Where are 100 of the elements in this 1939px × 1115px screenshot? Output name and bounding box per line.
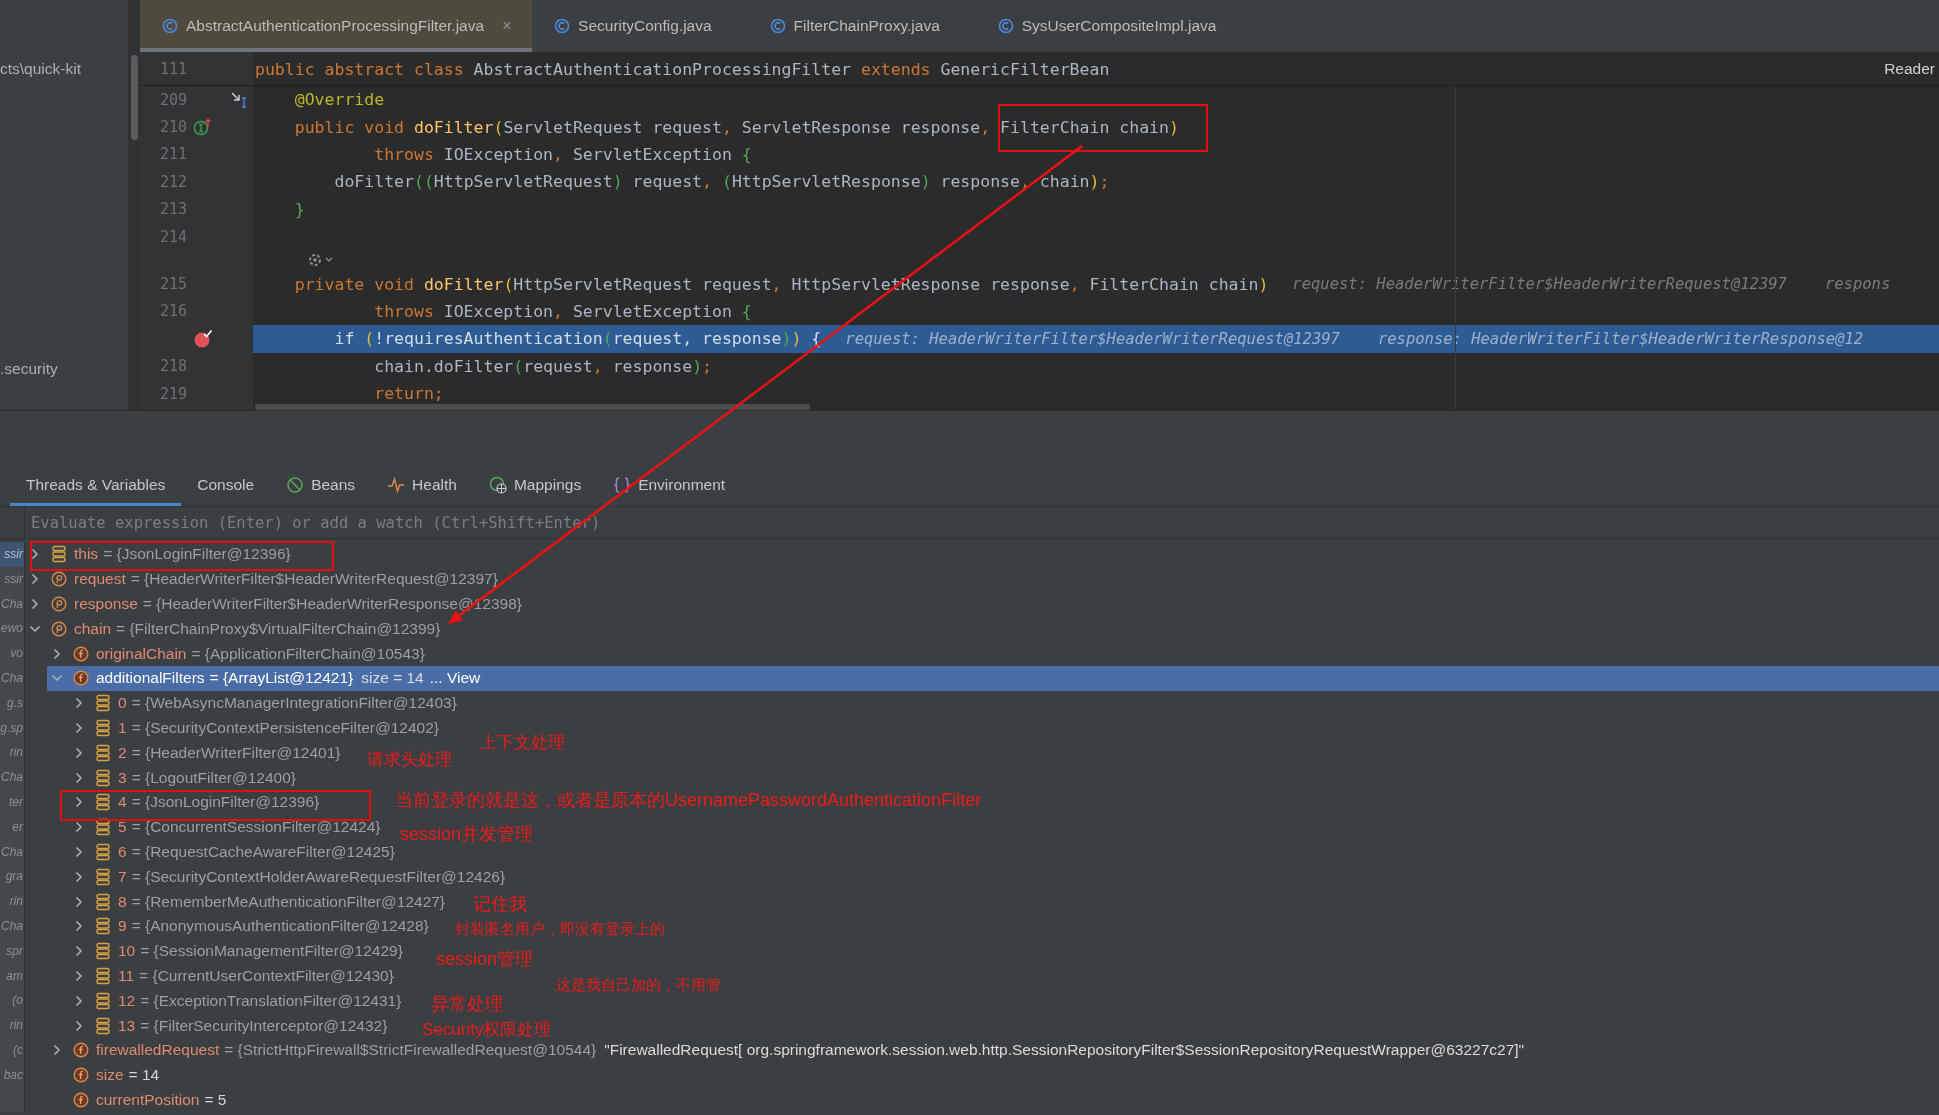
- editor-tab[interactable]: SysUserCompositeImpl.java: [975, 0, 1253, 52]
- variable-row[interactable]: 10 = {SessionManagementFilter@12429}: [69, 938, 403, 964]
- variable-name: 13: [118, 1016, 136, 1035]
- scrollbar-thumb[interactable]: [131, 55, 138, 140]
- variable-value: = {ApplicationFilterChain@10543}: [191, 644, 425, 663]
- field-icon: [73, 1091, 89, 1108]
- variable-row[interactable]: request = {HeaderWriterFilter$HeaderWriterRequest@12397}: [25, 566, 498, 592]
- chevron-right-icon[interactable]: [73, 920, 85, 933]
- variable-row[interactable]: 4 = {JsonLoginFilter@12396}: [69, 789, 320, 815]
- editor-tab[interactable]: FilterChainProxy.java: [747, 0, 976, 52]
- chevron-right-icon[interactable]: [73, 945, 85, 958]
- variable-row[interactable]: 11 = {CurrentUserContextFilter@12430}: [69, 963, 394, 989]
- variable-value: = {SecurityContextPersistenceFilter@12402}: [131, 718, 439, 737]
- chevron-right-icon[interactable]: [73, 697, 85, 710]
- frame-item[interactable]: ssir: [0, 542, 24, 567]
- chevron-right-icon[interactable]: [73, 721, 85, 734]
- chevron-right-icon[interactable]: [73, 845, 85, 858]
- view-link[interactable]: ... View: [429, 669, 481, 688]
- variable-row[interactable]: 2 = {HeaderWriterFilter@12401}: [69, 740, 341, 766]
- variable-row[interactable]: 12 = {ExceptionTranslationFilter@12431}: [69, 988, 402, 1014]
- frame-item[interactable]: ter: [0, 789, 24, 815]
- frame-item[interactable]: Cha: [0, 765, 24, 790]
- variable-row[interactable]: 3 = {LogoutFilter@12400}: [69, 765, 297, 790]
- variable-row[interactable]: additionalFilters = {ArrayList@12421} size = 14 ... View: [47, 666, 1939, 691]
- frame-item[interactable]: gra: [0, 864, 24, 890]
- variable-row[interactable]: firewalledRequest = {StrictHttpFirewall$StrictFirewalledRequest@10544} "FirewalledRequest[ org.springframework.session.web.http.SessionRepositoryFilter$SessionRepositoryRequestWrapper@63227c27]": [47, 1037, 1525, 1063]
- frame-item[interactable]: Cha: [0, 913, 24, 939]
- chevron-right-icon[interactable]: [73, 969, 85, 982]
- variable-name: 2: [118, 743, 127, 762]
- frame-item[interactable]: (c: [0, 1037, 24, 1063]
- editor-tab[interactable]: SecurityConfig.java: [532, 0, 748, 52]
- frame-item[interactable]: ewo: [0, 616, 24, 642]
- frame-item[interactable]: er: [0, 814, 24, 840]
- frame-item[interactable]: bac: [0, 1062, 24, 1088]
- variable-row[interactable]: 13 = {FilterSecurityInterceptor@12432}: [69, 1013, 388, 1038]
- stack-icon: [95, 694, 111, 713]
- chevron-right-icon[interactable]: [73, 895, 85, 908]
- chevron-right-icon[interactable]: [73, 1019, 85, 1032]
- frame-item[interactable]: g.sp: [0, 715, 24, 741]
- variable-row[interactable]: 0 = {WebAsyncManagerIntegrationFilter@12403}: [69, 690, 457, 716]
- chevron-right-icon[interactable]: [73, 796, 85, 809]
- frame-item[interactable]: g.s: [0, 690, 24, 716]
- variable-row[interactable]: 9 = {AnonymousAuthenticationFilter@12428}: [69, 913, 429, 939]
- project-tree-item[interactable]: cts\quick-kit: [0, 58, 128, 80]
- frame-item[interactable]: Cha: [0, 591, 24, 617]
- variable-row[interactable]: 7 = {SecurityContextHolderAwareRequestFilter@12426}: [69, 864, 506, 890]
- breakpoint-icon[interactable]: [193, 328, 213, 349]
- annotation-note: 记住我: [473, 895, 527, 914]
- variable-row[interactable]: 8 = {RememberMeAuthenticationFilter@12427}: [69, 889, 446, 914]
- chevron-right-icon[interactable]: [51, 647, 63, 660]
- class-icon: [769, 18, 786, 34]
- frame-item[interactable]: rin: [0, 740, 24, 766]
- frame-item[interactable]: rin: [0, 889, 24, 914]
- chevron-right-icon[interactable]: [29, 573, 41, 586]
- frame-item[interactable]: (o: [0, 988, 24, 1014]
- chevron-right-icon[interactable]: [73, 746, 85, 759]
- settings-icon[interactable]: [307, 252, 335, 269]
- frame-item[interactable]: Cha: [0, 839, 24, 865]
- frame-item[interactable]: spr: [0, 938, 24, 964]
- project-tree-item[interactable]: .security: [0, 358, 128, 380]
- variable-row[interactable]: currentPosition = 5: [47, 1087, 227, 1113]
- annotation-note: 上下文处理: [480, 734, 565, 752]
- variable-row[interactable]: 1 = {SecurityContextPersistenceFilter@12402}: [69, 715, 439, 741]
- chevron-right-icon[interactable]: [73, 821, 85, 834]
- variable-row[interactable]: this = {JsonLoginFilter@12396}: [25, 542, 291, 567]
- chevron-right-icon[interactable]: [29, 598, 41, 610]
- debug-tab[interactable]: Threads & Variables: [10, 463, 182, 506]
- chevron-right-icon[interactable]: [51, 1044, 63, 1057]
- line-number: 213: [159, 200, 187, 219]
- chevron-right-icon[interactable]: [73, 870, 85, 883]
- frame-item[interactable]: Cha: [0, 666, 24, 691]
- frame-item[interactable]: am: [0, 963, 24, 989]
- variable-value: = {ArrayList@12421}: [209, 669, 354, 688]
- line-number: 212: [159, 172, 187, 191]
- frame-item[interactable]: ssir: [0, 566, 24, 592]
- debug-tab[interactable]: Environment: [597, 463, 742, 506]
- chevron-right-icon[interactable]: [73, 994, 85, 1007]
- annotation-note: 这是我自己加的，不用管: [556, 978, 721, 994]
- variable-name: 10: [118, 942, 136, 961]
- debug-tab[interactable]: Mappings: [472, 463, 598, 506]
- editor-tab[interactable]: AbstractAuthenticationProcessingFilter.java ×: [140, 0, 533, 52]
- debug-tab[interactable]: Console: [181, 463, 271, 506]
- variable-row[interactable]: size = 14: [47, 1062, 160, 1088]
- frame-item[interactable]: rin: [0, 1013, 24, 1038]
- variable-row[interactable]: chain = {FilterChainProxy$VirtualFilterChain@12399}: [25, 616, 441, 642]
- debug-tab[interactable]: Beans: [270, 463, 372, 506]
- chevron-right-icon[interactable]: [29, 548, 41, 561]
- variable-row[interactable]: 6 = {RequestCacheAwareFilter@12425}: [69, 839, 395, 865]
- variable-row[interactable]: originalChain = {ApplicationFilterChain@10543}: [47, 641, 425, 666]
- chevron-right-icon[interactable]: [73, 771, 85, 784]
- stack-icon: [95, 966, 111, 985]
- implementation-marker-icon[interactable]: [193, 118, 213, 137]
- close-icon[interactable]: ×: [502, 16, 513, 36]
- variable-row[interactable]: 5 = {ConcurrentSessionFilter@12424}: [69, 814, 381, 840]
- debug-tab[interactable]: Health: [371, 463, 473, 506]
- scrollbar-thumb[interactable]: [255, 404, 810, 410]
- line-number: 218: [159, 357, 187, 376]
- variable-value: = {ConcurrentSessionFilter@12424}: [131, 818, 381, 837]
- annotation-note: session并发管理: [400, 825, 534, 844]
- frame-item[interactable]: vo: [0, 641, 24, 666]
